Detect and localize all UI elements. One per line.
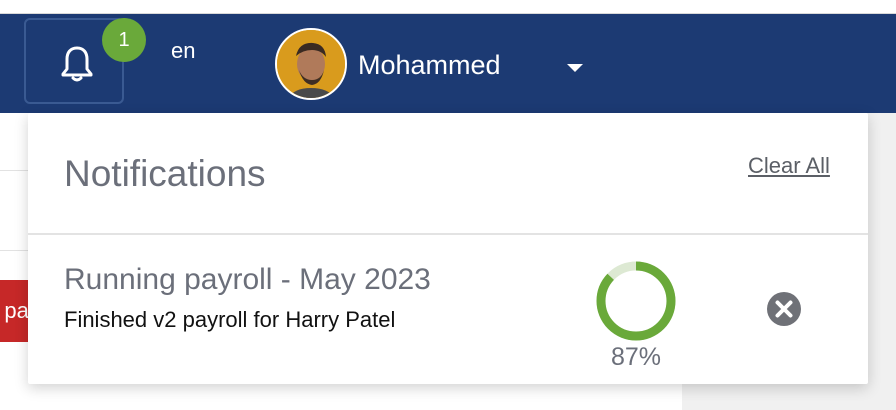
notifications-dropdown: Notifications Clear All Running payroll … <box>28 113 868 384</box>
notifications-divider <box>28 233 868 235</box>
notifications-button[interactable]: 1 <box>24 18 146 104</box>
background-divider <box>0 170 28 171</box>
notifications-title: Notifications <box>64 153 266 194</box>
background-action-button[interactable]: e pa <box>0 280 28 342</box>
language-selector[interactable]: en <box>171 38 195 64</box>
close-circle-icon[interactable] <box>766 291 802 327</box>
user-name[interactable]: Mohammed <box>358 50 501 81</box>
bell-icon <box>61 46 93 82</box>
background-action-button-label: e pa <box>0 298 28 323</box>
notification-subtitle: Finished v2 payroll for Harry Patel <box>64 307 396 332</box>
top-strip <box>0 0 896 14</box>
progress-percentage: 87% <box>610 343 662 371</box>
background-divider <box>0 250 28 251</box>
notification-count-badge: 1 <box>102 18 146 62</box>
clear-all-link[interactable]: Clear All <box>748 153 830 179</box>
progress-ring <box>596 261 676 341</box>
chevron-down-icon[interactable] <box>567 64 583 72</box>
user-avatar[interactable] <box>275 28 347 100</box>
top-navigation-bar: 1 en Mohammed <box>0 14 896 113</box>
notification-title: Running payroll - May 2023 <box>64 263 431 296</box>
app-page: 1 en Mohammed e pa Notifications Clear A… <box>0 0 896 410</box>
avatar-image <box>277 30 345 98</box>
